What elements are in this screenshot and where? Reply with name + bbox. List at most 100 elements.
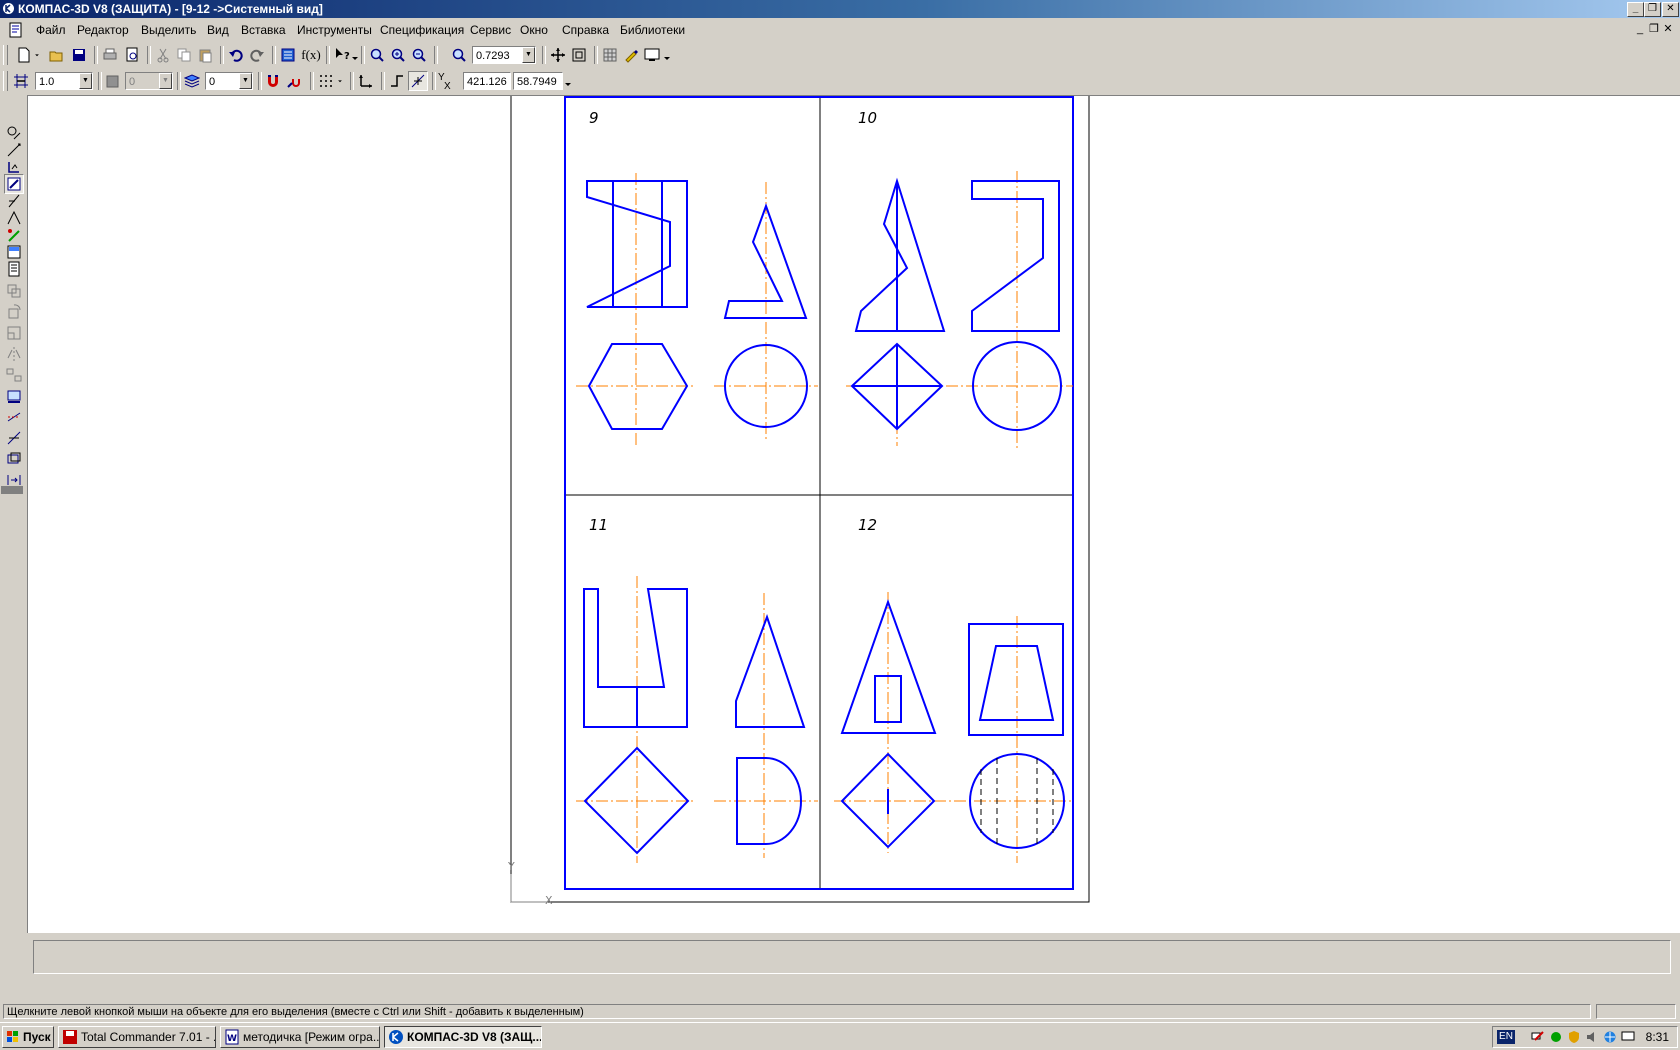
equidistant-button[interactable] [4,449,24,469]
save-button[interactable] [69,45,89,65]
layers-icon [184,74,200,88]
property-panel-inset [33,940,1671,974]
undo-button[interactable] [226,45,246,65]
properties-button[interactable] [621,45,641,65]
panel-collapse-strip[interactable] [1,486,23,494]
mdi-minimize-button[interactable]: _ [1634,23,1646,35]
move-button[interactable] [4,281,24,301]
menu-tools[interactable]: Инструменты [297,23,372,37]
copy-array-button[interactable] [4,365,24,385]
zoom-out-button[interactable] [409,45,429,65]
new-document-button[interactable] [14,45,34,65]
menu-bar: Файл Редактор Выделить Вид Вставка Инстр… [0,18,1680,42]
property-panel-strip [33,976,1669,994]
document-icon[interactable] [8,22,24,38]
local-snap-button[interactable] [285,71,305,91]
layer-button[interactable] [182,71,202,91]
split-button[interactable] [4,428,24,448]
menu-service[interactable]: Сервис [470,23,511,37]
deform-button[interactable] [4,386,24,406]
menu-file[interactable]: Файл [36,23,66,37]
combo-arrow-icon[interactable]: ▼ [522,47,535,63]
copy-button[interactable] [174,45,194,65]
close-button[interactable]: ✕ [1662,2,1679,17]
show-all-button[interactable] [569,45,589,65]
cut-button[interactable] [153,45,173,65]
combo-arrow-icon[interactable]: ▼ [159,73,172,89]
title-bar[interactable]: КОМПАС-3D V8 (ЗАЩИТА) - [9-12 ->Системны… [0,0,1680,18]
magnifier-icon [370,48,384,62]
toolbar-grip[interactable] [3,45,8,65]
menu-specification[interactable]: Спецификация [380,23,464,37]
grid-dropdown-arrow[interactable] [335,71,345,91]
toolbar-overflow-button[interactable] [351,45,359,65]
menu-select[interactable]: Выделить [141,23,196,37]
scale-button[interactable] [4,323,24,343]
designation-icon [8,162,19,173]
zoom-scale-icon-button[interactable] [449,45,469,65]
open-button[interactable] [47,45,67,65]
cursor-step-value: 1.0 [39,76,55,88]
tray-volume-icon[interactable] [1585,1030,1599,1044]
tray-monitor-icon[interactable] [1621,1030,1635,1044]
variables-button[interactable]: f(x) [299,45,323,65]
round-coords-button[interactable] [408,71,428,91]
tray-shield-icon[interactable] [1567,1030,1581,1044]
grid-step-button[interactable] [11,71,31,91]
combo-arrow-icon[interactable]: ▼ [239,73,252,89]
menu-insert[interactable]: Вставка [241,23,286,37]
menu-window[interactable]: Окно [520,23,548,37]
zoom-window-button[interactable] [367,45,387,65]
combo-arrow-icon[interactable]: ▼ [79,73,92,89]
context-help-button[interactable]: ? [332,45,352,65]
status-bar: Щелкните левой кнопкой мыши на объекте д… [0,1002,1680,1022]
ortho-button[interactable] [387,71,407,91]
menu-libraries[interactable]: Библиотеки [620,23,685,37]
tray-app-icon[interactable] [1549,1030,1563,1044]
cursor-step-combo[interactable]: 1.0 ▼ [35,72,93,90]
line-style-button[interactable] [103,71,123,91]
minimize-button[interactable]: _ [1627,2,1644,17]
task-kompas[interactable]: КОМПАС-3D V8 (ЗАЩ... [384,1026,542,1048]
paste-button[interactable] [195,45,215,65]
rotate-button[interactable] [4,302,24,322]
redo-button[interactable] [247,45,267,65]
zoom-combo[interactable]: 0.7293 ▼ [472,46,536,64]
zoom-in-button[interactable] [388,45,408,65]
symmetry-button[interactable] [4,344,24,364]
menu-help[interactable]: Справка [562,23,609,37]
mdi-restore-button[interactable]: ❐ [1648,23,1660,35]
snap-button[interactable] [263,71,283,91]
start-button[interactable]: Пуск [2,1026,54,1048]
drawing-sheet[interactable]: 9 10 11 12 Y X [28,96,1680,934]
new-dropdown-arrow[interactable] [32,45,42,65]
local-cs-button[interactable] [356,71,376,91]
manager-button[interactable] [278,45,298,65]
language-indicator[interactable]: EN [1497,1030,1515,1044]
pan-button[interactable] [548,45,568,65]
toolbar-grip[interactable] [3,71,8,91]
menu-view[interactable]: Вид [207,23,229,37]
network-icon[interactable] [1531,1030,1545,1044]
grid-button[interactable] [316,71,336,91]
trim-button[interactable] [4,407,24,427]
tray-globe-icon[interactable] [1603,1030,1617,1044]
brush-icon [625,50,638,63]
mdi-close-button[interactable]: ✕ [1662,23,1674,35]
menu-editor[interactable]: Редактор [77,23,129,37]
screen-button[interactable] [642,45,662,65]
coord-x-field[interactable]: 421.126 [463,72,511,90]
reports-button[interactable] [4,259,24,279]
task-word-document[interactable]: W методичка [Режим огра... [220,1026,380,1048]
refresh-view-button[interactable] [600,45,620,65]
layer-combo[interactable]: 0 ▼ [205,72,253,90]
maximize-button[interactable]: ❐ [1644,2,1661,17]
print-preview-button[interactable] [122,45,142,65]
toolbar-overflow-button-2[interactable] [663,45,671,65]
coord-y-field[interactable]: 58.7949 [513,72,563,90]
task-total-commander[interactable]: Total Commander 7.01 - ... [58,1026,216,1048]
print-button[interactable] [100,45,120,65]
drawing-canvas[interactable]: 9 10 11 12 Y X [27,95,1680,933]
style-combo[interactable]: 0 ▼ [125,72,173,90]
toolbar-overflow-button-3[interactable] [564,71,572,91]
